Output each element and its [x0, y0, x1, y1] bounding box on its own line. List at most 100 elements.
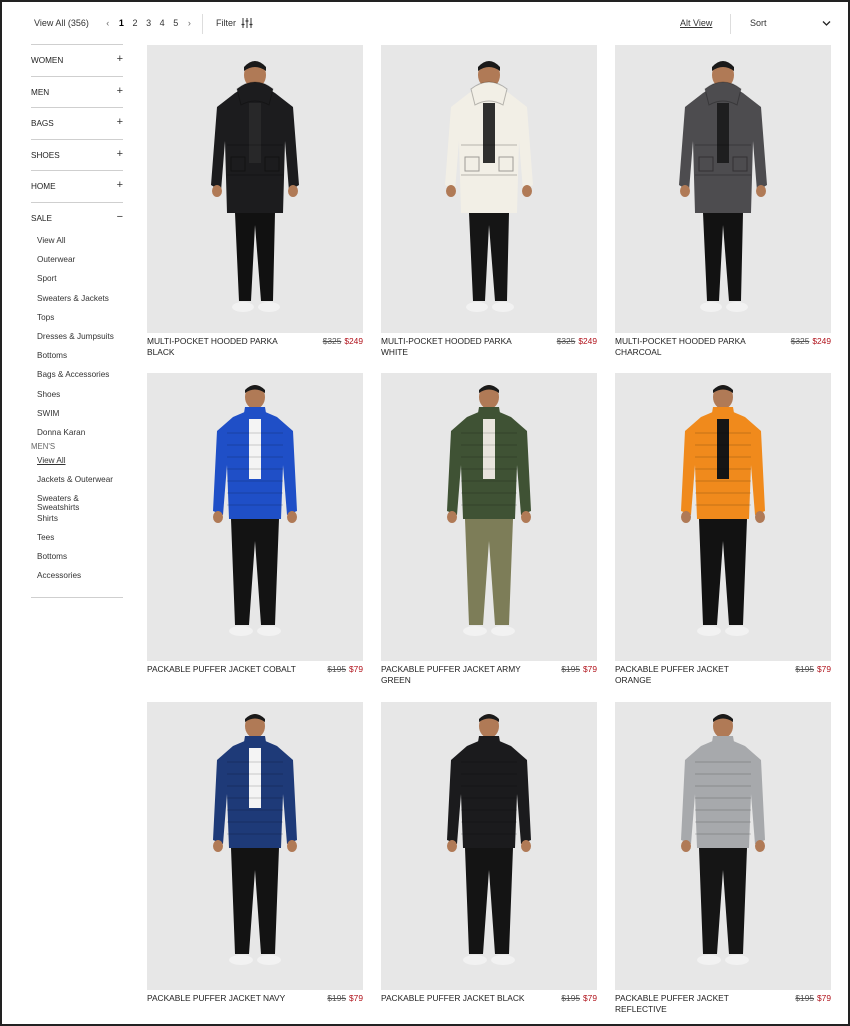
model-photo — [445, 61, 533, 312]
model-photo — [211, 61, 299, 312]
model-photo — [213, 385, 297, 636]
product-image[interactable] — [615, 373, 831, 661]
model-photo — [447, 714, 531, 965]
original-price: $195 — [795, 664, 815, 674]
category-bags[interactable]: BAGS + — [31, 107, 123, 139]
sidebar-item-tees[interactable]: Tees — [31, 530, 123, 549]
original-price: $195 — [327, 664, 347, 674]
product-name[interactable]: PACKABLE PUFFER JACKET ARMY GREEN — [381, 664, 531, 686]
product-name[interactable]: MULTI-POCKET HOODED PARKA WHITE — [381, 336, 531, 358]
product-image[interactable] — [381, 373, 597, 661]
toolbar-divider — [202, 14, 203, 34]
sale-price: $79 — [349, 664, 363, 674]
product-name[interactable]: PACKABLE PUFFER JACKET BLACK — [381, 993, 531, 1004]
filter-button[interactable]: Filter — [216, 18, 253, 28]
product-name[interactable]: PACKABLE PUFFER JACKET COBALT — [147, 664, 297, 675]
sidebar-item-jackets-outerwear[interactable]: Jackets & Outerwear — [31, 472, 123, 491]
sidebar-item-accessories[interactable]: Accessories — [31, 568, 123, 587]
product-price: $195 $79 — [327, 664, 363, 675]
original-price: $195 — [795, 993, 815, 1003]
sidebar-item-tops[interactable]: Tops — [31, 310, 123, 329]
product-price: $195 $79 — [795, 993, 831, 1004]
sale-price: $249 — [344, 336, 363, 346]
sidebar-item-mens-bottoms[interactable]: Bottoms — [31, 549, 123, 568]
original-price: $195 — [561, 664, 581, 674]
product-name[interactable]: MULTI-POCKET HOODED PARKA CHARCOAL — [615, 336, 765, 358]
category-home[interactable]: HOME + — [31, 170, 123, 202]
product-price: $195 $79 — [795, 664, 831, 675]
category-label: MEN — [31, 87, 50, 97]
product-price: $195 $79 — [327, 993, 363, 1004]
view-all-link[interactable]: View All (356) — [34, 18, 89, 28]
category-label: HOME — [31, 182, 56, 191]
sidebar-item-sport[interactable]: Sport — [31, 271, 123, 290]
product-price: $195 $79 — [561, 664, 597, 675]
expand-icon[interactable]: + — [117, 53, 123, 65]
product-image[interactable] — [615, 702, 831, 990]
category-label: BAGS — [31, 119, 54, 128]
product-name[interactable]: PACKABLE PUFFER JACKET REFLECTIVE — [615, 993, 765, 1015]
product-price: $195 $79 — [561, 993, 597, 1004]
category-label: SALE — [31, 213, 52, 223]
sidebar-item-bottoms[interactable]: Bottoms — [31, 348, 123, 367]
sale-price: $79 — [817, 993, 831, 1003]
category-shoes[interactable]: SHOES + — [31, 138, 123, 171]
sidebar-item-view-all[interactable]: View All — [31, 233, 123, 252]
expand-icon[interactable]: + — [117, 179, 123, 191]
page-link-3[interactable]: 3 — [142, 18, 156, 28]
sort-dropdown[interactable]: Sort — [750, 18, 767, 28]
sidebar-item-shoes[interactable]: Shoes — [31, 387, 123, 406]
product-price: $325 $249 — [557, 336, 597, 347]
page-link-1[interactable]: 1 — [115, 18, 129, 28]
next-page-icon[interactable]: › — [183, 18, 197, 28]
original-price: $325 — [322, 336, 342, 346]
sidebar-item-sweaters-jackets[interactable]: Sweaters & Jackets — [31, 291, 123, 310]
collapse-icon[interactable]: − — [117, 211, 123, 223]
model-photo — [681, 385, 765, 636]
category-sidebar: WOMEN + MEN + BAGS + SHOES + HOME + SALE… — [31, 44, 123, 599]
sidebar-item-shirts[interactable]: Shirts — [31, 511, 123, 530]
expand-icon[interactable]: + — [117, 116, 123, 128]
sidebar-item-dresses-jumpsuits[interactable]: Dresses & Jumpsuits — [31, 329, 123, 348]
product-image[interactable] — [381, 702, 597, 990]
product-price: $325 $249 — [323, 336, 363, 347]
category-men[interactable]: MEN + — [31, 75, 123, 108]
expand-icon[interactable]: + — [117, 148, 123, 160]
page-link-2[interactable]: 2 — [128, 18, 142, 28]
page-link-5[interactable]: 5 — [169, 18, 183, 28]
product-image[interactable] — [147, 45, 363, 333]
toolbar-divider — [730, 14, 731, 34]
product-image[interactable] — [381, 45, 597, 333]
product-name[interactable]: PACKABLE PUFFER JACKET ORANGE — [615, 664, 765, 686]
sidebar-item-swim[interactable]: SWIM — [31, 406, 123, 425]
product-price: $325 $249 — [791, 336, 831, 347]
sidebar-item-sweaters-sweatshirts[interactable]: Sweaters & Sweatshirts — [31, 491, 123, 512]
original-price: $325 — [790, 336, 810, 346]
original-price: $195 — [327, 993, 347, 1003]
page-frame: View All (356) ‹ 1 2 3 4 5 › Filter Alt … — [0, 0, 850, 1026]
model-photo — [679, 61, 767, 312]
category-sale[interactable]: SALE − — [31, 201, 123, 234]
chevron-down-icon[interactable] — [822, 20, 831, 27]
sidebar-item-mens-view-all[interactable]: View All — [31, 453, 123, 472]
mens-subheading: MEN'S — [31, 442, 56, 452]
results-toolbar: View All (356) ‹ 1 2 3 4 5 › Filter Alt … — [34, 14, 834, 34]
product-image[interactable] — [147, 702, 363, 990]
expand-icon[interactable]: + — [117, 85, 123, 97]
category-women[interactable]: WOMEN + — [31, 44, 123, 76]
product-image[interactable] — [615, 45, 831, 333]
product-image[interactable] — [147, 373, 363, 661]
original-price: $195 — [561, 993, 581, 1003]
sidebar-divider — [31, 597, 123, 599]
product-name[interactable]: PACKABLE PUFFER JACKET NAVY — [147, 993, 297, 1004]
sale-price: $249 — [812, 336, 831, 346]
prev-page-icon[interactable]: ‹ — [101, 18, 115, 28]
sidebar-item-outerwear[interactable]: Outerwear — [31, 252, 123, 271]
sale-price: $79 — [817, 664, 831, 674]
sidebar-item-bags-accessories[interactable]: Bags & Accessories — [31, 367, 123, 386]
alt-view-link[interactable]: Alt View — [680, 18, 712, 28]
product-name[interactable]: MULTI-POCKET HOODED PARKA BLACK — [147, 336, 297, 358]
pagination: ‹ 1 2 3 4 5 › — [101, 18, 196, 28]
page-link-4[interactable]: 4 — [155, 18, 169, 28]
category-label: WOMEN — [31, 56, 64, 65]
